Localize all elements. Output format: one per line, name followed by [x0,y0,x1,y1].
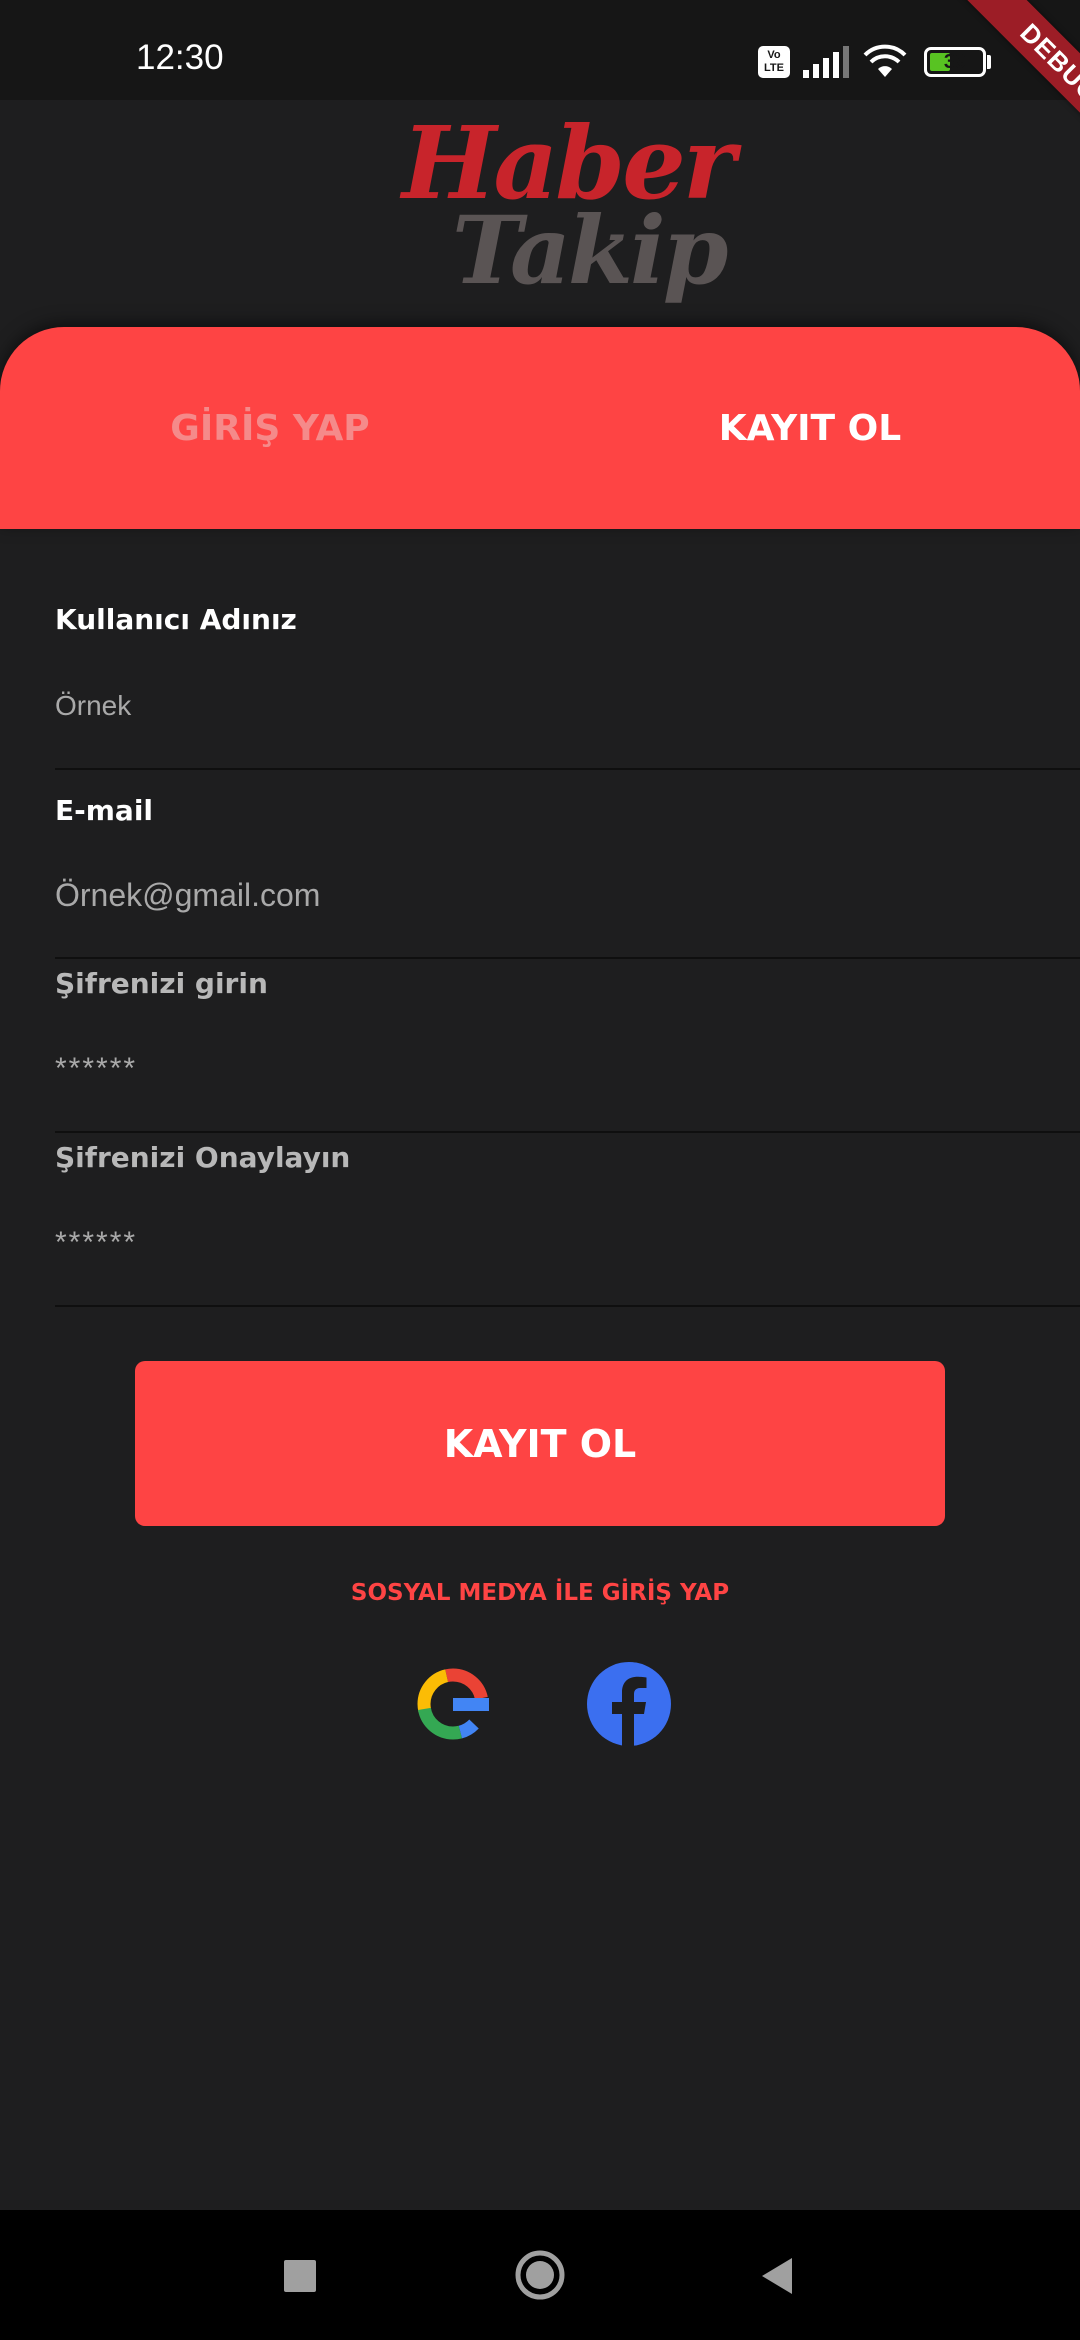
password-input[interactable]: ****** [55,1052,137,1086]
wifi-icon [863,44,907,77]
battery-tip [987,55,991,69]
battery-icon: 39 [924,47,986,77]
password-label: Şifrenizi girin [55,967,268,1000]
email-input[interactable]: Örnek@gmail.com [55,877,320,914]
status-time: 12:30 [136,38,224,77]
cellular-signal-icon [803,46,849,78]
password-confirm-underline [55,1305,1080,1307]
register-button[interactable]: KAYIT OL [135,1361,945,1526]
username-label: Kullanıcı Adınız [55,603,297,636]
volte-icon: Vo LTE [758,46,790,78]
email-underline [55,957,1080,959]
battery-level: 39 [943,51,967,73]
email-label: E-mail [55,794,154,827]
username-input[interactable]: Örnek [55,690,131,722]
recents-square-icon[interactable] [283,2259,317,2293]
google-icon[interactable] [411,1662,495,1746]
password-underline [55,1131,1080,1133]
password-confirm-label: Şifrenizi Onaylayın [55,1141,351,1174]
username-underline [55,768,1080,770]
tab-register[interactable]: KAYIT OL [540,327,1080,529]
password-confirm-input[interactable]: ****** [55,1226,137,1260]
tab-login[interactable]: GİRİŞ YAP [0,327,540,529]
logo-takip: Takip [452,196,728,306]
back-triangle-icon[interactable] [760,2256,794,2296]
social-login-label: SOSYAL MEDYA İLE GİRİŞ YAP [350,1580,730,1606]
home-circle-icon[interactable] [514,2249,566,2301]
auth-tab-bar: GİRİŞ YAP KAYIT OL [0,327,1080,529]
navigation-bar [0,2210,1080,2340]
facebook-icon[interactable] [587,1662,671,1746]
